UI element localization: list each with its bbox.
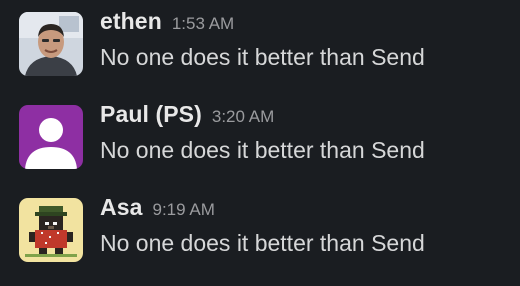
timestamp[interactable]: 1:53 AM [172, 14, 234, 33]
message-text: No one does it better than Send [100, 137, 425, 163]
message-feed: ethen 1:53 AM No one does it better than … [0, 0, 520, 286]
message-item: Paul (PS) 3:20 AM No one does it better t… [0, 93, 520, 173]
author-name[interactable]: ethen [100, 8, 162, 34]
avatar[interactable] [19, 12, 83, 76]
avatar[interactable] [19, 198, 83, 262]
message-item: ethen 1:53 AM No one does it better than … [0, 0, 520, 80]
message-text: No one does it better than Send [100, 44, 425, 70]
avatar[interactable] [19, 105, 83, 169]
author-name[interactable]: Paul (PS) [100, 101, 202, 127]
user-photo-icon [19, 12, 83, 76]
message-item: Asa 9:19 AM No one does it better than Se… [0, 186, 520, 266]
message-header: ethen 1:53 AM [100, 8, 234, 35]
timestamp[interactable]: 3:20 AM [212, 107, 274, 126]
message-text: No one does it better than Send [100, 230, 425, 256]
message-header: Paul (PS) 3:20 AM [100, 101, 274, 128]
pixel-bear-icon [19, 198, 83, 262]
author-name[interactable]: Asa [100, 194, 143, 220]
message-header: Asa 9:19 AM [100, 194, 215, 221]
timestamp[interactable]: 9:19 AM [153, 200, 215, 219]
default-user-icon [19, 105, 83, 169]
